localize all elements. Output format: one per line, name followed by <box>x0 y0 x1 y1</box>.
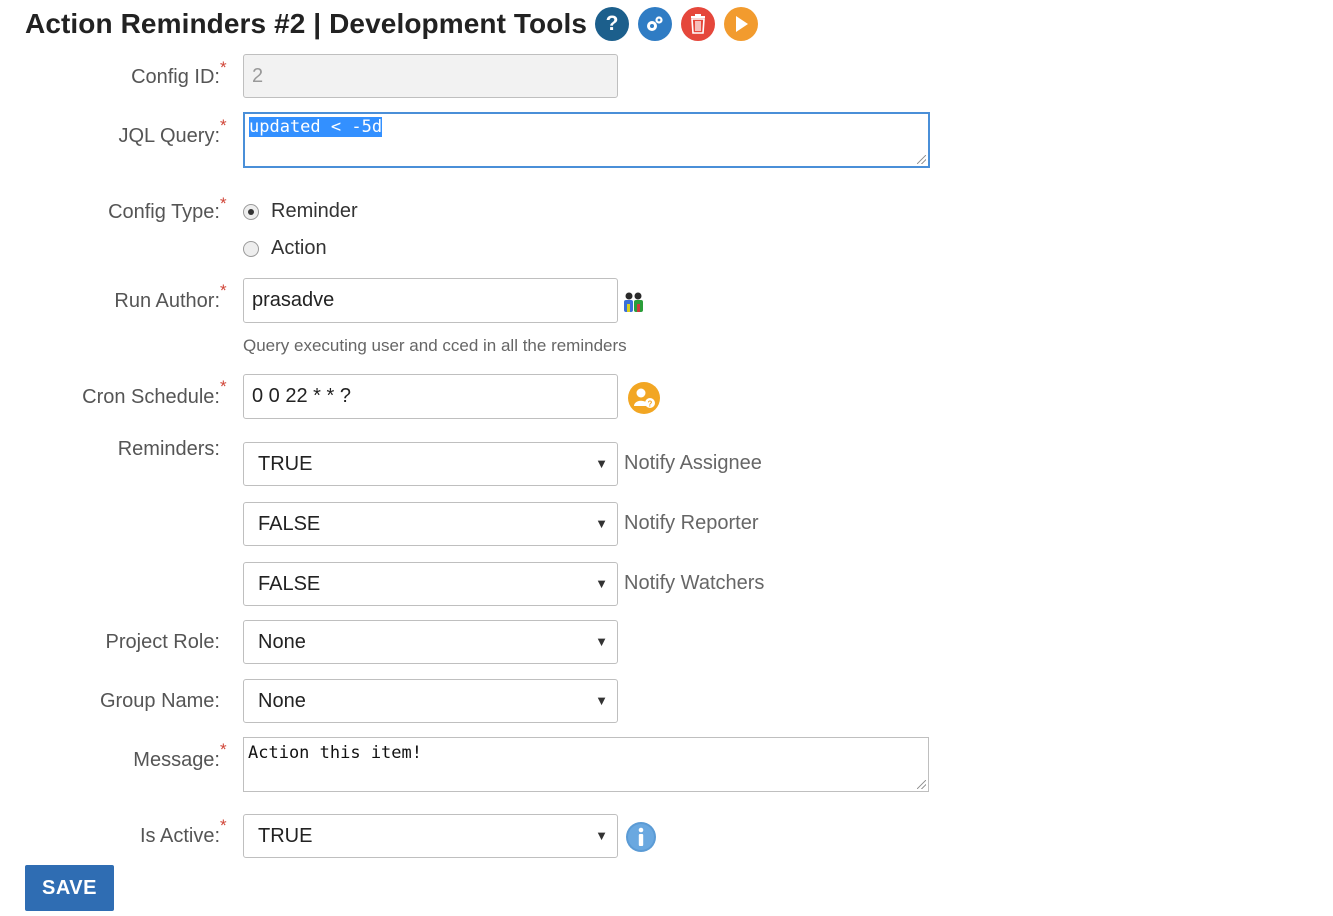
notify-assignee-select[interactable]: TRUE ▼ <box>243 442 618 486</box>
cron-help-icon[interactable]: ? <box>628 382 660 419</box>
dropdown-caret-icon: ▼ <box>595 516 608 531</box>
config-id-label: Config ID: <box>131 66 220 88</box>
jql-query-text: updated < -5d <box>249 117 383 137</box>
project-role-label: Project Role: <box>105 631 221 653</box>
config-id-input: 2 <box>243 54 618 98</box>
delete-trash-icon[interactable] <box>681 7 715 41</box>
notify-watchers-select[interactable]: FALSE ▼ <box>243 562 618 606</box>
required-mark: * <box>220 58 227 77</box>
is-active-select[interactable]: TRUE ▼ <box>243 814 618 858</box>
group-name-label: Group Name: <box>99 690 220 712</box>
is-active-label: Is Active: <box>139 825 220 847</box>
required-mark: * <box>220 281 227 300</box>
settings-gear-icon[interactable] <box>638 7 672 41</box>
notify-watchers-label: Notify Watchers <box>624 572 765 594</box>
notify-reporter-label: Notify Reporter <box>624 512 759 534</box>
radio-label-reminder: Reminder <box>271 200 358 222</box>
svg-text:?: ? <box>648 400 653 409</box>
radio-button[interactable] <box>243 240 259 257</box>
reminders-label: Reminders: <box>117 438 220 460</box>
dropdown-caret-icon: ▼ <box>595 828 608 843</box>
resize-grip-icon[interactable] <box>917 155 926 164</box>
select-value: FALSE <box>258 573 321 595</box>
run-author-label: Run Author: <box>114 290 220 312</box>
required-mark: * <box>220 116 227 135</box>
group-name-select[interactable]: None ▼ <box>243 679 618 723</box>
select-value: None <box>258 690 306 712</box>
run-play-icon[interactable] <box>724 7 758 41</box>
save-button[interactable]: SAVE <box>25 865 114 911</box>
radio-label-action: Action <box>271 237 327 259</box>
run-author-hint: Query executing user and cced in all the… <box>243 336 627 355</box>
jql-query-textarea[interactable]: updated < -5d <box>243 112 930 168</box>
message-textarea[interactable]: Action this item! <box>243 737 929 792</box>
help-icon[interactable]: ? <box>595 7 629 41</box>
cron-schedule-label: Cron Schedule: <box>82 386 220 408</box>
resize-grip-icon[interactable] <box>917 780 926 789</box>
select-value: None <box>258 631 306 653</box>
page-header: Action Reminders #2 | Development Tools … <box>25 4 758 44</box>
cron-schedule-input[interactable]: 0 0 22 * * ? <box>243 374 618 419</box>
config-type-label: Config Type: <box>108 201 220 223</box>
dropdown-caret-icon: ▼ <box>595 456 608 471</box>
message-text: Action this item! <box>248 743 422 763</box>
required-mark: * <box>220 816 227 835</box>
run-author-input[interactable]: prasadve <box>243 278 618 323</box>
dropdown-caret-icon: ▼ <box>595 576 608 591</box>
dropdown-caret-icon: ▼ <box>595 693 608 708</box>
radio-button-selected[interactable] <box>243 203 259 220</box>
project-role-select[interactable]: None ▼ <box>243 620 618 664</box>
message-label: Message: <box>133 749 220 771</box>
select-value: TRUE <box>258 453 313 475</box>
page-title: Action Reminders #2 | Development Tools <box>25 8 587 39</box>
required-mark: * <box>220 740 227 759</box>
required-mark: * <box>220 377 227 396</box>
radio-option-reminder[interactable]: Reminder <box>243 200 358 223</box>
select-value: TRUE <box>258 825 313 847</box>
dropdown-caret-icon: ▼ <box>595 634 608 649</box>
required-mark: * <box>220 194 227 213</box>
radio-option-action[interactable]: Action <box>243 237 327 260</box>
notify-reporter-select[interactable]: FALSE ▼ <box>243 502 618 546</box>
select-value: FALSE <box>258 513 321 535</box>
user-picker-icon[interactable] <box>623 291 645 318</box>
notify-assignee-label: Notify Assignee <box>624 452 762 474</box>
jql-query-label: JQL Query: <box>118 125 220 147</box>
info-icon[interactable] <box>626 822 656 857</box>
